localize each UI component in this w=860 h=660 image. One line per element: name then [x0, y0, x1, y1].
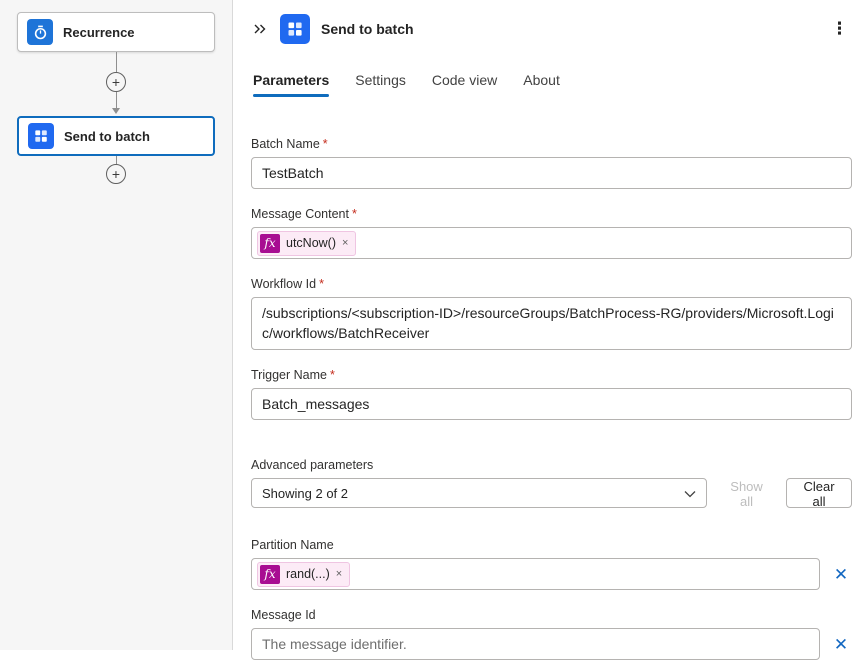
- trigger-name-label: Trigger Name*: [251, 368, 852, 382]
- batch-name-field: Batch Name*: [251, 137, 852, 189]
- connector-line: [116, 92, 117, 108]
- fx-icon: fx: [260, 565, 280, 584]
- expression-token[interactable]: fx utcNow() ×: [257, 231, 356, 256]
- token-label: utcNow(): [286, 236, 336, 250]
- connector-line: [116, 52, 117, 72]
- advanced-parameters-section: Advanced parameters Showing 2 of 2 Show …: [251, 458, 852, 508]
- batch-icon: [280, 14, 310, 44]
- message-id-row: ✕: [251, 628, 852, 660]
- node-label: Send to batch: [64, 129, 150, 144]
- message-content-label: Message Content*: [251, 207, 852, 221]
- message-content-field: Message Content* fx utcNow() ×: [251, 207, 852, 259]
- connector-arrow-icon: [112, 108, 120, 114]
- tab-parameters[interactable]: Parameters: [253, 72, 329, 97]
- more-menu-button[interactable]: ⋮: [827, 19, 852, 39]
- batch-icon: [28, 123, 54, 149]
- workflow-id-field: Workflow Id* /subscriptions/<subscriptio…: [251, 277, 852, 350]
- trigger-name-field: Trigger Name*: [251, 368, 852, 420]
- partition-name-label: Partition Name: [251, 538, 852, 552]
- required-asterisk: *: [352, 207, 357, 221]
- workflow-id-input[interactable]: /subscriptions/<subscription-ID>/resourc…: [251, 297, 852, 350]
- connector-line: [116, 156, 117, 164]
- clear-all-button[interactable]: Clear all: [786, 478, 852, 508]
- trigger-name-input[interactable]: [251, 388, 852, 420]
- remove-partition-name-button[interactable]: ✕: [830, 566, 852, 583]
- token-label: rand(...): [286, 567, 330, 581]
- batch-name-label: Batch Name*: [251, 137, 852, 151]
- advanced-parameters-row: Showing 2 of 2 Show all Clear all: [251, 478, 852, 508]
- expression-token[interactable]: fx rand(...) ×: [257, 562, 350, 587]
- show-all-button[interactable]: Show all: [713, 478, 780, 508]
- tab-about[interactable]: About: [523, 72, 560, 97]
- operation-panel: Send to batch ⋮ Parameters Settings Code…: [233, 0, 860, 650]
- required-asterisk: *: [330, 368, 335, 382]
- chevron-down-icon: [684, 486, 696, 501]
- advanced-parameters-label: Advanced parameters: [251, 458, 852, 472]
- recurrence-icon: [27, 19, 53, 45]
- token-remove-icon[interactable]: ×: [336, 568, 342, 580]
- logic-apps-designer: Recurrence + Send to batch +: [0, 0, 860, 650]
- required-asterisk: *: [319, 277, 324, 291]
- tab-settings[interactable]: Settings: [355, 72, 406, 97]
- collapse-panel-button[interactable]: [251, 20, 269, 38]
- partition-name-row: fx rand(...) × ✕: [251, 558, 852, 590]
- insert-step-button[interactable]: +: [106, 72, 126, 92]
- plus-icon: +: [112, 167, 120, 181]
- partition-name-input[interactable]: fx rand(...) ×: [251, 558, 820, 590]
- workflow-id-label: Workflow Id*: [251, 277, 852, 291]
- tab-code-view[interactable]: Code view: [432, 72, 497, 97]
- panel-header: Send to batch ⋮: [251, 14, 852, 44]
- message-id-input[interactable]: [251, 628, 820, 660]
- fx-icon: fx: [260, 234, 280, 253]
- required-asterisk: *: [323, 137, 328, 151]
- panel-tabs: Parameters Settings Code view About: [251, 72, 852, 97]
- node-send-to-batch[interactable]: Send to batch: [17, 116, 215, 156]
- workflow-canvas: Recurrence + Send to batch +: [0, 0, 233, 650]
- remove-message-id-button[interactable]: ✕: [830, 636, 852, 653]
- partition-name-field: Partition Name fx rand(...) × ✕: [251, 538, 852, 590]
- message-content-input[interactable]: fx utcNow() ×: [251, 227, 852, 259]
- parameters-form: Batch Name* Message Content* fx utcNow()…: [251, 137, 852, 660]
- add-step-button[interactable]: +: [106, 164, 126, 184]
- token-remove-icon[interactable]: ×: [342, 237, 348, 249]
- advanced-parameters-dropdown[interactable]: Showing 2 of 2: [251, 478, 707, 508]
- plus-icon: +: [112, 75, 120, 89]
- batch-name-input[interactable]: [251, 157, 852, 189]
- panel-title: Send to batch: [321, 21, 414, 37]
- node-label: Recurrence: [63, 25, 135, 40]
- message-id-field: Message Id ✕: [251, 608, 852, 660]
- node-recurrence[interactable]: Recurrence: [17, 12, 215, 52]
- message-id-label: Message Id: [251, 608, 852, 622]
- dropdown-value: Showing 2 of 2: [262, 486, 348, 501]
